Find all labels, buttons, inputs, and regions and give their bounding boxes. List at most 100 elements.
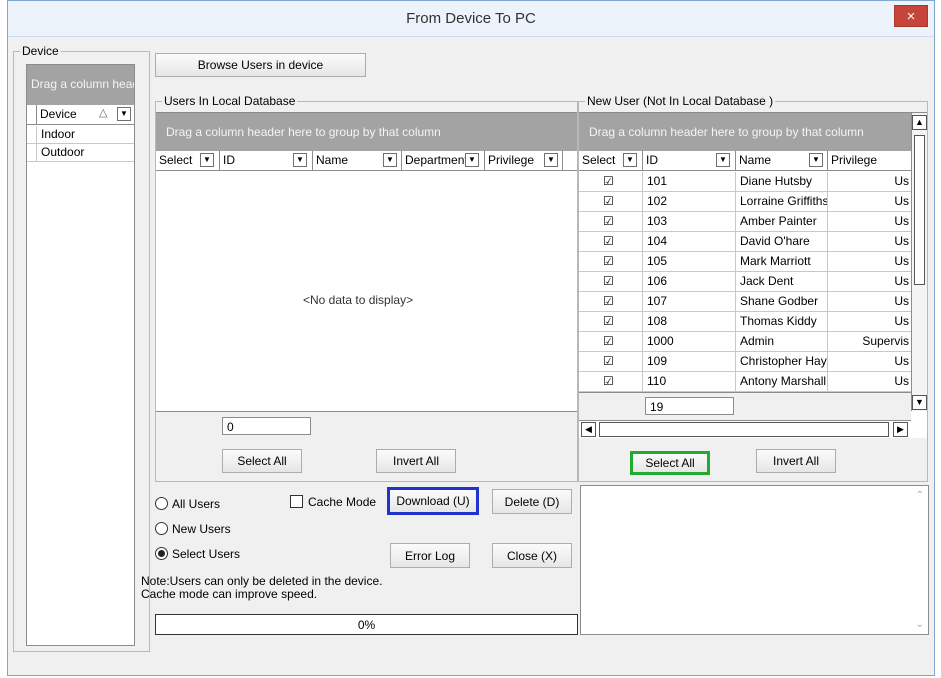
- all-users-radio[interactable]: [155, 497, 168, 510]
- new-user-column-privilege[interactable]: Privilege: [828, 151, 911, 170]
- scroll-right-icon[interactable]: ▶: [893, 422, 908, 437]
- chevron-down-icon[interactable]: ▼: [544, 153, 558, 167]
- privilege-cell: Us: [894, 314, 909, 328]
- name-cell: Shane Godber: [736, 292, 828, 311]
- select-cell[interactable]: ☑: [579, 292, 643, 311]
- table-row[interactable]: ☑ 107 Shane Godber Us: [579, 292, 911, 312]
- scroll-down-icon[interactable]: ▼: [912, 395, 927, 410]
- device-group: Device Drag a column header here to grou…: [13, 44, 150, 652]
- name-cell: Thomas Kiddy: [736, 312, 828, 331]
- chevron-down-icon[interactable]: ▼: [293, 153, 307, 167]
- row-checkbox[interactable]: ☑: [603, 195, 614, 207]
- new-user-group-by-panel[interactable]: Drag a column header here to group by th…: [579, 113, 911, 151]
- new-user-column-id[interactable]: ID ▼: [643, 151, 736, 170]
- close-button[interactable]: Close (X): [492, 543, 572, 568]
- cache-mode-checkbox[interactable]: [290, 495, 303, 508]
- row-checkbox[interactable]: ☑: [603, 255, 614, 267]
- row-checkbox[interactable]: ☑: [603, 235, 614, 247]
- local-footer: 0: [156, 411, 577, 439]
- new-user-column-select[interactable]: Select ▼: [579, 151, 643, 170]
- local-column-name[interactable]: Name ▼: [313, 151, 402, 170]
- local-column-id[interactable]: ID ▼: [220, 151, 313, 170]
- scroll-up-icon[interactable]: ▲: [912, 115, 927, 130]
- chevron-down-icon[interactable]: ▼: [716, 153, 730, 167]
- close-window-button[interactable]: ×: [894, 5, 928, 27]
- row-checkbox[interactable]: ☑: [603, 215, 614, 227]
- chevron-down-icon[interactable]: ▼: [383, 153, 397, 167]
- privilege-cell: Us: [894, 234, 909, 248]
- chevron-down-icon[interactable]: ▼: [623, 153, 637, 167]
- new-user-footer: 19: [579, 392, 911, 420]
- local-database-grid: Drag a column header here to group by th…: [156, 112, 577, 439]
- scroll-down-icon[interactable]: ⌄: [916, 619, 924, 630]
- table-row[interactable]: ☑ 103 Amber Painter Us: [579, 212, 911, 232]
- horizontal-scroll-thumb[interactable]: [599, 422, 889, 437]
- scroll-left-icon[interactable]: ◀: [581, 422, 596, 437]
- browse-users-button[interactable]: Browse Users in device: [155, 53, 366, 77]
- horizontal-scrollbar[interactable]: ◀ ▶: [579, 420, 911, 437]
- local-count-field: 0: [222, 417, 311, 435]
- new-user-select-all-button[interactable]: Select All: [630, 451, 710, 475]
- row-checkbox[interactable]: ☑: [603, 175, 614, 187]
- local-column-department[interactable]: Department ▼: [402, 151, 485, 170]
- vertical-scrollbar[interactable]: ▲ ▼: [911, 113, 927, 411]
- error-log-button[interactable]: Error Log: [390, 543, 470, 568]
- delete-button[interactable]: Delete (D): [492, 489, 572, 514]
- new-user-column-name[interactable]: Name ▼: [736, 151, 828, 170]
- select-cell[interactable]: ☑: [579, 272, 643, 291]
- id-cell: 109: [643, 352, 736, 371]
- table-row[interactable]: ☑ 109 Christopher Haye Us: [579, 352, 911, 372]
- row-checkbox[interactable]: ☑: [603, 355, 614, 367]
- list-item[interactable]: Outdoor: [27, 144, 134, 162]
- device-column-header[interactable]: Device △ ▼: [37, 105, 135, 124]
- scroll-up-icon[interactable]: ⌃: [916, 490, 924, 501]
- device-filter-dropdown-icon[interactable]: ▼: [117, 107, 131, 121]
- name-cell: Jack Dent: [736, 272, 828, 291]
- row-checkbox[interactable]: ☑: [603, 315, 614, 327]
- select-users-radio[interactable]: [155, 547, 168, 560]
- row-checkbox[interactable]: ☑: [603, 295, 614, 307]
- select-cell[interactable]: ☑: [579, 312, 643, 331]
- download-button[interactable]: Download (U): [387, 487, 479, 515]
- local-column-select[interactable]: Select ▼: [156, 151, 220, 170]
- privilege-cell: Us: [894, 254, 909, 268]
- chevron-down-icon[interactable]: ▼: [465, 153, 479, 167]
- select-cell[interactable]: ☑: [579, 232, 643, 251]
- note-text-line2: Cache mode can improve speed.: [141, 587, 318, 601]
- local-invert-all-button[interactable]: Invert All: [376, 449, 456, 473]
- new-user-header-row: Select ▼ ID ▼ Name ▼ Privilege: [579, 151, 911, 171]
- table-row[interactable]: ☑ 110 Antony Marshall Us: [579, 372, 911, 392]
- title-bar[interactable]: From Device To PC ×: [8, 1, 934, 37]
- select-cell[interactable]: ☑: [579, 332, 643, 351]
- chevron-down-icon[interactable]: ▼: [200, 153, 214, 167]
- select-cell[interactable]: ☑: [579, 352, 643, 371]
- table-row[interactable]: ☑ 101 Diane Hutsby Us: [579, 172, 911, 192]
- select-cell[interactable]: ☑: [579, 372, 643, 391]
- table-row[interactable]: ☑ 102 Lorraine Griffiths Us: [579, 192, 911, 212]
- table-row[interactable]: ☑ 105 Mark Marriott Us: [579, 252, 911, 272]
- select-cell[interactable]: ☑: [579, 192, 643, 211]
- scroll-thumb[interactable]: [914, 135, 925, 285]
- privilege-cell: Us: [894, 274, 909, 288]
- select-cell[interactable]: ☑: [579, 252, 643, 271]
- new-users-radio[interactable]: [155, 522, 168, 535]
- table-row[interactable]: ☑ 1000 Admin Supervis: [579, 332, 911, 352]
- row-checkbox[interactable]: ☑: [603, 275, 614, 287]
- id-cell: 106: [643, 272, 736, 291]
- device-group-by-panel[interactable]: Drag a column header here to group by th…: [27, 65, 134, 105]
- local-group-by-panel[interactable]: Drag a column header here to group by th…: [156, 113, 577, 151]
- table-row[interactable]: ☑ 104 David O'hare Us: [579, 232, 911, 252]
- local-column-privilege[interactable]: Privilege ▼: [485, 151, 563, 170]
- local-select-all-button[interactable]: Select All: [222, 449, 302, 473]
- table-row[interactable]: ☑ 106 Jack Dent Us: [579, 272, 911, 292]
- new-user-invert-all-button[interactable]: Invert All: [756, 449, 836, 473]
- select-cell[interactable]: ☑: [579, 212, 643, 231]
- chevron-down-icon[interactable]: ▼: [809, 153, 823, 167]
- row-checkbox[interactable]: ☑: [603, 335, 614, 347]
- log-output-area[interactable]: ⌃ ⌄: [580, 485, 929, 635]
- new-user-group: New User (Not In Local Database ) Drag a…: [578, 94, 928, 482]
- select-cell[interactable]: ☑: [579, 172, 643, 191]
- list-item[interactable]: Indoor: [27, 126, 134, 144]
- table-row[interactable]: ☑ 108 Thomas Kiddy Us: [579, 312, 911, 332]
- row-checkbox[interactable]: ☑: [603, 375, 614, 387]
